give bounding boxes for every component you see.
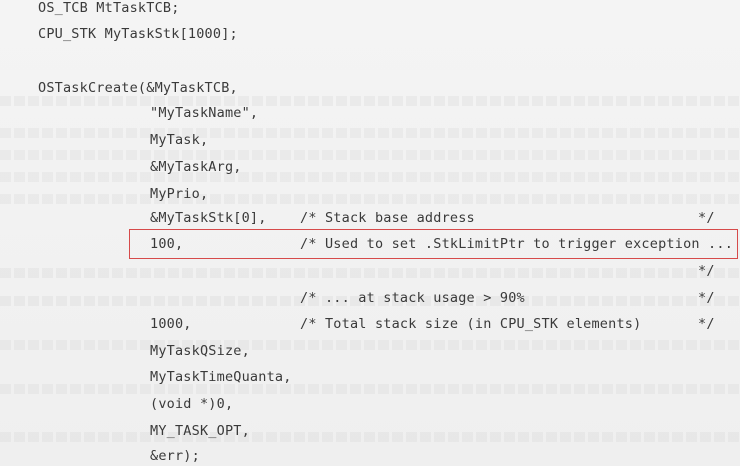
code-line-stack-declaration: CPU_STK MyTaskStk[1000]; bbox=[38, 26, 238, 42]
code-line-tcb-declaration: OS_TCB MtTaskTCB; bbox=[38, 0, 180, 16]
comment-close: */ bbox=[698, 316, 715, 332]
bleed-through-line bbox=[0, 268, 740, 278]
comment-close: */ bbox=[698, 263, 715, 279]
comment-close: */ bbox=[698, 210, 715, 226]
code-arg-ext: (void *)0, bbox=[150, 396, 234, 412]
code-arg-stack-size: 1000, bbox=[150, 316, 192, 332]
code-arg-error: &err); bbox=[150, 448, 200, 464]
comment-stack-usage: /* ... at stack usage > 90% bbox=[300, 290, 525, 306]
bleed-through-line bbox=[0, 96, 740, 106]
bleed-through-line bbox=[0, 384, 740, 394]
code-arg-task-function: MyTask, bbox=[150, 132, 209, 148]
bleed-through-line bbox=[0, 432, 740, 442]
bleed-through-line bbox=[0, 172, 740, 182]
bleed-through-line bbox=[0, 150, 740, 160]
code-line-task-create-call: OSTaskCreate(&MyTaskTCB, bbox=[38, 80, 238, 96]
comment-stack-size: /* Total stack size (in CPU_STK elements… bbox=[300, 316, 642, 332]
code-arg-time-quanta: MyTaskTimeQuanta, bbox=[150, 369, 292, 385]
code-arg-task-arg: &MyTaskArg, bbox=[150, 159, 242, 175]
comment-close: */ bbox=[698, 290, 715, 306]
comment-stack-base: /* Stack base address bbox=[300, 210, 475, 226]
code-arg-priority: MyPrio, bbox=[150, 186, 209, 202]
bleed-through-line bbox=[0, 194, 740, 204]
comment-stack-limit: /* Used to set .StkLimitPtr to trigger e… bbox=[300, 236, 734, 252]
bleed-through-line bbox=[0, 128, 740, 138]
code-arg-task-name: "MyTaskName", bbox=[150, 105, 259, 121]
code-arg-stack-base: &MyTaskStk[0], bbox=[150, 210, 267, 226]
code-arg-options: MY_TASK_OPT, bbox=[150, 423, 250, 439]
code-arg-stack-limit: 100, bbox=[150, 236, 184, 252]
bleed-through-line bbox=[0, 340, 740, 350]
document-page: OS_TCB MtTaskTCB; CPU_STK MyTaskStk[1000… bbox=[0, 0, 740, 466]
code-arg-queue-size: MyTaskQSize, bbox=[150, 343, 250, 359]
